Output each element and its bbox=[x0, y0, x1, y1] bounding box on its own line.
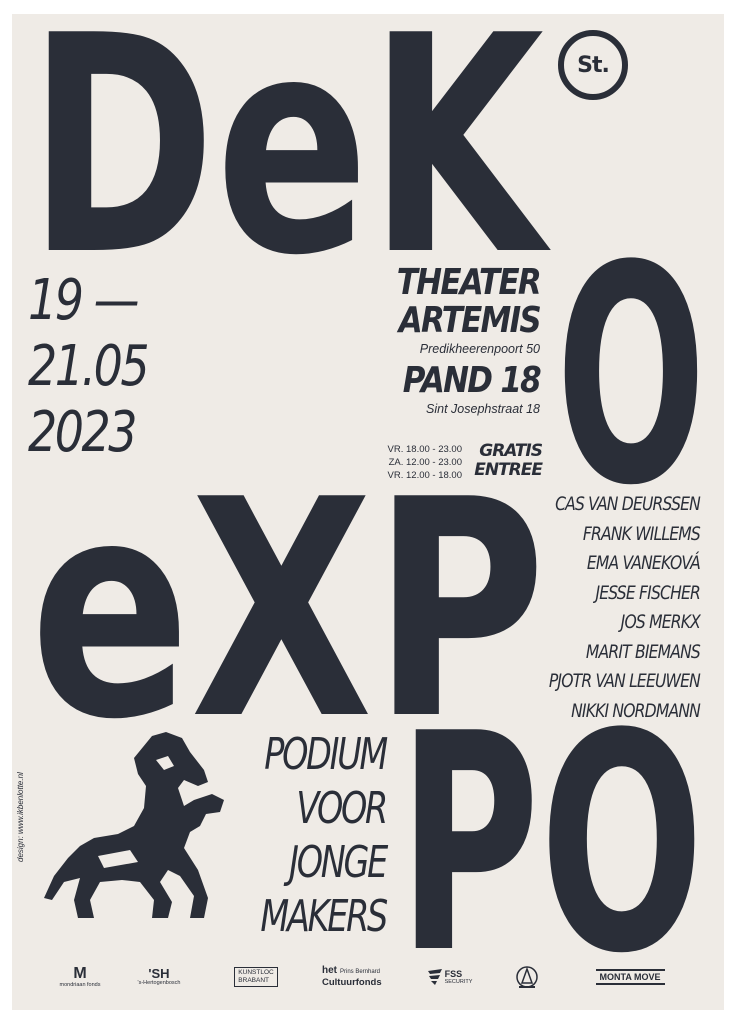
horse-rearing-icon bbox=[44, 732, 224, 918]
tagline-line: PODIUM bbox=[264, 729, 388, 780]
venue-list: THEATER ARTEMIS Predikheerenpoort 50 PAN… bbox=[340, 262, 542, 422]
page-margin bbox=[0, 0, 733, 14]
date-line: 19 — bbox=[28, 268, 140, 333]
artist-name: CAS VAN DEURSSEN bbox=[555, 493, 701, 515]
sponsor-fss-text: FSS bbox=[444, 968, 463, 979]
page-margin bbox=[724, 0, 733, 1024]
title-word-o: O bbox=[556, 202, 706, 551]
tagline-line: JONGE bbox=[289, 837, 388, 888]
sponsor-mondriaan-mark: M bbox=[73, 964, 87, 982]
sponsor-bar: M mondriaan fonds 'SH 's-Hertogenbosch K… bbox=[60, 960, 700, 994]
artist-name: NIKKI NORDMANN bbox=[571, 699, 701, 722]
artist-name: FRANK WILLEMS bbox=[582, 522, 701, 545]
sponsor-monta-text: MONTA MOVE bbox=[595, 969, 665, 985]
sponsor-crest-logo bbox=[512, 960, 542, 994]
artist-name: JESSE FISCHER bbox=[595, 581, 700, 604]
admission-line: GRATIS bbox=[479, 441, 543, 461]
design-credit: design: www.ikbenlotte.nl bbox=[16, 732, 30, 862]
sponsor-prins-text: het bbox=[322, 965, 337, 976]
venue-name: THEATER bbox=[396, 262, 542, 303]
event-dates: 19 — 21.05 2023 bbox=[28, 268, 176, 466]
admission-badge: GRATIS ENTREE bbox=[466, 441, 543, 480]
sponsor-kunstloc-text: KUNSTLOC bbox=[238, 969, 274, 976]
venue-address: Sint Josephstraat 18 bbox=[426, 402, 540, 416]
tagline-line: MAKERS bbox=[260, 891, 388, 942]
sponsor-fss-text: SECURITY bbox=[444, 978, 473, 985]
sponsor-mondriaan-logo: M mondriaan fonds bbox=[59, 960, 101, 994]
opening-hours: VR. 18.00 - 23.00 ZA. 12.00 - 23.00 VR. … bbox=[372, 443, 462, 482]
hours-line: VR. 12.00 - 18.00 bbox=[387, 470, 462, 481]
title-word-dek: DeK bbox=[28, 0, 552, 321]
artist-name: PJOTR VAN LEEUWEN bbox=[548, 670, 701, 692]
hours-line: VR. 18.00 - 23.00 bbox=[387, 444, 462, 455]
crest-icon bbox=[516, 966, 538, 988]
hours-line: ZA. 12.00 - 23.00 bbox=[388, 457, 462, 468]
sponsor-sh-text: 's-Hertogenbosch bbox=[137, 979, 181, 986]
venue-name: PAND 18 bbox=[402, 360, 542, 401]
sponsor-fss-logo: FSS SECURITY bbox=[426, 960, 474, 994]
sponsor-kunstloc-box: KUNSTLOC BRABANT bbox=[234, 967, 278, 987]
artist-name: EMA VANEKOVÁ bbox=[586, 552, 701, 574]
artist-name: MARIT BIEMANS bbox=[585, 640, 701, 663]
tagline-line: VOOR bbox=[296, 783, 388, 834]
sponsor-mondriaan-text: mondriaan fonds bbox=[59, 981, 101, 988]
page-margin bbox=[0, 1010, 733, 1024]
page-margin bbox=[0, 0, 12, 1024]
st-logo-text: St. bbox=[577, 52, 610, 78]
date-line: 21.05 bbox=[28, 334, 150, 399]
sponsor-monta-move-logo: MONTA MOVE bbox=[580, 960, 680, 994]
artist-name: JOS MERKX bbox=[620, 611, 701, 633]
sponsor-prins-bernhard-logo: het Prins Bernhard Cultuurfonds bbox=[322, 960, 392, 994]
title-word-po: PO bbox=[398, 670, 704, 1019]
sponsor-kunstloc-logo: KUNSTLOC BRABANT bbox=[226, 960, 286, 994]
venue-name: ARTEMIS bbox=[398, 300, 542, 341]
venue-address: Predikheerenpoort 50 bbox=[419, 342, 540, 356]
artist-list: CAS VAN DEURSSEN FRANK WILLEMS EMA VANEK… bbox=[500, 490, 701, 726]
st-circle-logo: St. bbox=[558, 30, 628, 100]
date-line: 2023 bbox=[28, 400, 137, 465]
sponsor-prins-text: Cultuurfonds bbox=[322, 977, 382, 988]
sponsor-sh-logo: 'SH 's-Hertogenbosch bbox=[136, 960, 182, 994]
design-credit-text: design: www.ikbenlotte.nl bbox=[16, 772, 25, 862]
fss-wing-icon bbox=[427, 969, 442, 985]
sponsor-prins-text: Prins Bernhard bbox=[340, 969, 381, 975]
poster: DeK O eXP PO St. 19 — 21.05 2023 THEATER… bbox=[0, 0, 733, 1024]
admission-line: ENTREE bbox=[474, 460, 543, 480]
sponsor-kunstloc-text: BRABANT bbox=[238, 977, 269, 984]
sponsor-sh-mark: 'SH bbox=[148, 965, 170, 981]
